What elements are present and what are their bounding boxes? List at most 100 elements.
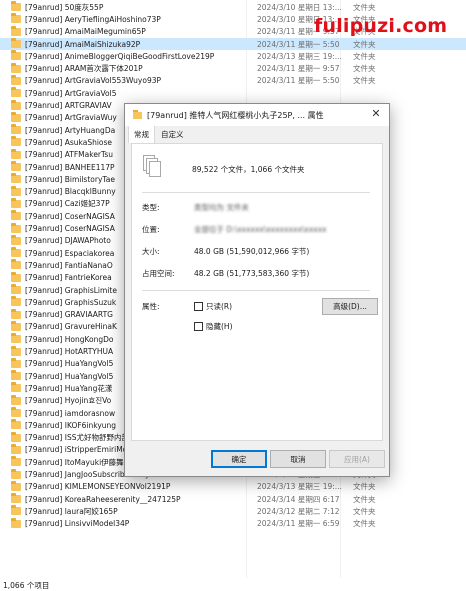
size-label: 大小: — [142, 247, 160, 256]
size-value: 48.0 GB (51,590,012,966 字节) — [194, 247, 310, 256]
file-date: 2024/3/11 星期一 5:50 — [257, 39, 340, 49]
file-type: 文件夹 — [353, 2, 376, 12]
folder-icon — [11, 357, 21, 368]
close-icon[interactable]: ✕ — [369, 107, 383, 121]
folder-icon — [11, 148, 21, 159]
folder-icon — [11, 247, 21, 258]
dialog-title: [79anrud] 推特人气网红樱桃小丸子25P, ... 属性 — [147, 110, 324, 120]
location-label: 位置: — [142, 225, 160, 234]
folder-icon — [11, 271, 21, 282]
list-item[interactable]: [79anrud] ArtGraviaVol5 — [0, 87, 466, 99]
file-name: [79anrud] laura阿姣165P — [25, 506, 118, 516]
tab-general[interactable]: 常规 — [128, 125, 155, 143]
checkbox-box[interactable] — [194, 302, 203, 311]
folder-icon — [11, 284, 21, 295]
list-item[interactable]: [79anrud] AnimeBloggerQiqiBeGoodFirstLov… — [0, 50, 466, 62]
file-date: 2024/3/10 星期日 13:... — [257, 2, 342, 12]
folder-icon — [11, 38, 21, 49]
folder-icon — [11, 370, 21, 381]
folder-icon — [11, 468, 21, 479]
file-type: 文件夹 — [353, 506, 376, 516]
folder-icon — [11, 394, 21, 405]
hidden-label: 隐藏(H) — [206, 322, 233, 331]
folder-icon — [11, 197, 21, 208]
file-name: [79anrud] KIMLEMONSEYEONVol2191P — [25, 482, 171, 492]
list-item[interactable]: [79anrud] KIMLEMONSEYEONVol2191P 2024/3/1… — [0, 480, 466, 493]
list-item[interactable]: [79anrud] LinsivviModel34P 2024/3/11 星期一 … — [0, 517, 466, 530]
general-panel: 89,522 个文件，1,066 个文件夹 类型: 类型均为 文件夹 位置: 全… — [131, 143, 383, 441]
file-name: [79anrud] AmaiMaiShizuka92P — [25, 39, 141, 49]
file-type: 文件夹 — [353, 482, 376, 492]
cancel-button[interactable]: 取消 — [270, 450, 326, 468]
file-name: [79anrud] LinsivviModel34P — [25, 519, 130, 529]
folder-icon — [11, 431, 21, 442]
readonly-checkbox[interactable]: 只读(R) — [194, 301, 232, 312]
folder-icon — [11, 210, 21, 221]
file-type: 文件夹 — [353, 64, 376, 74]
folder-icon — [11, 62, 21, 73]
folder-icon — [11, 259, 21, 270]
folder-icon — [11, 74, 21, 85]
folder-icon — [11, 136, 21, 147]
folder-icon — [11, 308, 21, 319]
file-type: 文件夹 — [353, 76, 376, 86]
folder-icon — [11, 185, 21, 196]
advanced-button[interactable]: 高级(D)... — [322, 298, 378, 315]
file-type: 文件夹 — [353, 519, 376, 529]
attributes-label: 属性: — [142, 302, 160, 311]
checkbox-box[interactable] — [194, 322, 203, 331]
dialog-tabs: 常规 自定义 — [125, 125, 389, 143]
folder-icon — [11, 50, 21, 61]
location-value: 全部位于 D:\xxxxxx\xxxxxxxx\xxxxx — [194, 225, 327, 234]
folder-icon — [11, 456, 21, 467]
list-item[interactable]: [79anrud] ARAM首次露下体201P 2024/3/11 星期一 9:5… — [0, 62, 466, 75]
multiple-files-icon — [143, 155, 165, 179]
file-type: 文件夹 — [353, 494, 376, 504]
file-date: 2024/3/11 星期一 6:59 — [257, 519, 340, 529]
folder-icon — [11, 345, 21, 356]
divider — [142, 192, 370, 193]
file-name: [79anrud] 50度灰55P — [25, 2, 104, 12]
file-name: [79anrud] ARAM首次露下体201P — [25, 64, 143, 74]
folder-icon — [11, 480, 21, 491]
tab-custom[interactable]: 自定义 — [155, 125, 190, 143]
folder-icon — [11, 517, 21, 528]
folder-icon — [11, 443, 21, 454]
folder-icon — [11, 493, 21, 504]
file-name: [79anrud] AeryTieflingAiHoshino73P — [25, 14, 161, 24]
properties-dialog: [79anrud] 推特人气网红樱桃小丸子25P, ... 属性 ✕ 常规 自定… — [124, 103, 390, 477]
folder-icon — [11, 296, 21, 307]
folder-icon — [11, 234, 21, 245]
folder-icon — [11, 1, 21, 12]
ok-button[interactable]: 确定 — [211, 450, 267, 468]
list-item[interactable]: [79anrud] ArtGraviaVol553Wuyo93P 2024/3/1… — [0, 74, 466, 87]
folder-icon — [11, 222, 21, 233]
folder-icon — [11, 13, 21, 24]
folder-icon — [11, 505, 21, 516]
file-date: 2024/3/14 星期四 6:17 — [257, 494, 340, 504]
file-name: [79anrud] AnimeBloggerQiqiBeGoodFirstLov… — [25, 51, 215, 61]
file-date: 2024/3/11 星期一 9:57 — [257, 64, 340, 74]
type-label: 类型: — [142, 203, 160, 212]
dialog-titlebar[interactable]: [79anrud] 推特人气网红樱桃小丸子25P, ... 属性 ✕ — [125, 104, 389, 126]
file-count-summary: 89,522 个文件，1,066 个文件夹 — [192, 165, 305, 174]
list-item[interactable]: [79anrud] AmaiMaiShizuka92P 2024/3/11 星期一… — [0, 37, 466, 51]
folder-icon — [11, 25, 21, 36]
status-bar-item-count: 1,066 个项目 — [3, 581, 50, 590]
list-item[interactable]: [79anrud] laura阿姣165P 2024/3/12 星期二 7:12 文… — [0, 505, 466, 517]
list-item[interactable]: [79anrud] KoreaRaheeserenity__247125P 202… — [0, 493, 466, 505]
file-name: [79anrud] KoreaRaheeserenity__247125P — [25, 494, 181, 504]
file-date: 2024/3/13 星期三 19:... — [257, 51, 342, 61]
folder-icon — [11, 99, 21, 110]
file-type: 文件夹 — [353, 51, 376, 61]
file-name: [79anrud] ArtGraviaVol5 — [25, 88, 117, 98]
hidden-checkbox[interactable]: 隐藏(H) — [194, 321, 233, 332]
file-type: 文件夹 — [353, 39, 376, 49]
disk-size-label: 占用空间: — [142, 269, 175, 278]
apply-button[interactable]: 应用(A) — [329, 450, 385, 468]
watermark: fulipuzi.com — [314, 15, 448, 37]
folder-icon — [11, 124, 21, 135]
folder-icon — [11, 419, 21, 430]
list-item[interactable]: [79anrud] 50度灰55P 2024/3/10 星期日 13:... 文件夹 — [0, 1, 466, 13]
folder-icon — [11, 333, 21, 344]
